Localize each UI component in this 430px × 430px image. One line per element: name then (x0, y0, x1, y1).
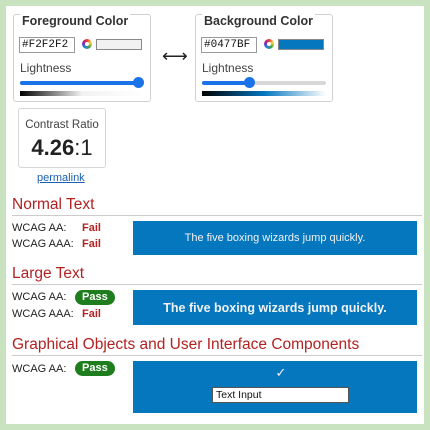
normal-text-heading: Normal Text (12, 196, 422, 216)
contrast-ratio-box: Contrast Ratio 4.26:1 (18, 108, 106, 168)
slider-fill (202, 81, 249, 85)
background-title: Background Color (202, 14, 316, 28)
normal-aa-result: Fail (82, 222, 101, 234)
foreground-swatch[interactable] (96, 39, 142, 50)
contrast-ratio-number: 4.26 (31, 135, 75, 160)
checkmark-icon: ✓ (275, 365, 287, 380)
background-panel: Background Color #0477BF Lightness (195, 14, 333, 102)
contrast-ratio-value: 4.26:1 (19, 135, 105, 161)
foreground-lightness-label: Lightness (20, 61, 72, 75)
normal-aa-label: WCAG AA: (12, 222, 67, 234)
foreground-lightness-gradient (20, 91, 144, 96)
normal-aaa-result: Fail (82, 238, 101, 250)
graphical-aa-label: WCAG AA: (12, 363, 67, 375)
large-aa-label: WCAG AA: (12, 291, 67, 303)
graphical-objects-heading: Graphical Objects and User Interface Com… (12, 336, 422, 356)
large-aaa-result: Fail (82, 308, 101, 320)
slider-thumb[interactable] (133, 77, 144, 88)
contrast-ratio-suffix: :1 (74, 135, 93, 160)
large-aaa-label: WCAG AAA: (12, 308, 74, 320)
large-text-sample: The five boxing wizards jump quickly. (133, 290, 417, 325)
foreground-lightness-slider[interactable] (20, 77, 144, 88)
foreground-hex-input[interactable]: #F2F2F2 (19, 37, 75, 53)
color-picker-icon[interactable] (264, 39, 274, 49)
contrast-checker: Foreground Color #F2F2F2 Lightness ⟷ Bac… (6, 6, 424, 424)
graphical-aa-result: Pass (75, 361, 115, 376)
permalink-link[interactable]: permalink (37, 172, 85, 184)
color-picker-icon[interactable] (82, 39, 92, 49)
graphical-sample: ✓ Text Input (133, 361, 417, 413)
contrast-ratio-label: Contrast Ratio (25, 119, 99, 131)
foreground-title: Foreground Color (20, 14, 131, 28)
text-input-sample[interactable]: Text Input (212, 387, 349, 403)
swap-colors-icon[interactable]: ⟷ (162, 46, 188, 67)
large-aa-result: Pass (75, 290, 115, 305)
normal-text-sample: The five boxing wizards jump quickly. (133, 221, 417, 255)
foreground-panel: Foreground Color #F2F2F2 Lightness (13, 14, 151, 102)
normal-aaa-label: WCAG AAA: (12, 238, 74, 250)
slider-fill (20, 81, 138, 85)
background-swatch[interactable] (278, 39, 324, 50)
background-lightness-gradient (202, 91, 326, 96)
large-text-heading: Large Text (12, 265, 422, 285)
background-lightness-slider[interactable] (202, 77, 326, 88)
background-hex-input[interactable]: #0477BF (201, 37, 257, 53)
background-lightness-label: Lightness (202, 61, 254, 75)
slider-thumb[interactable] (244, 77, 255, 88)
